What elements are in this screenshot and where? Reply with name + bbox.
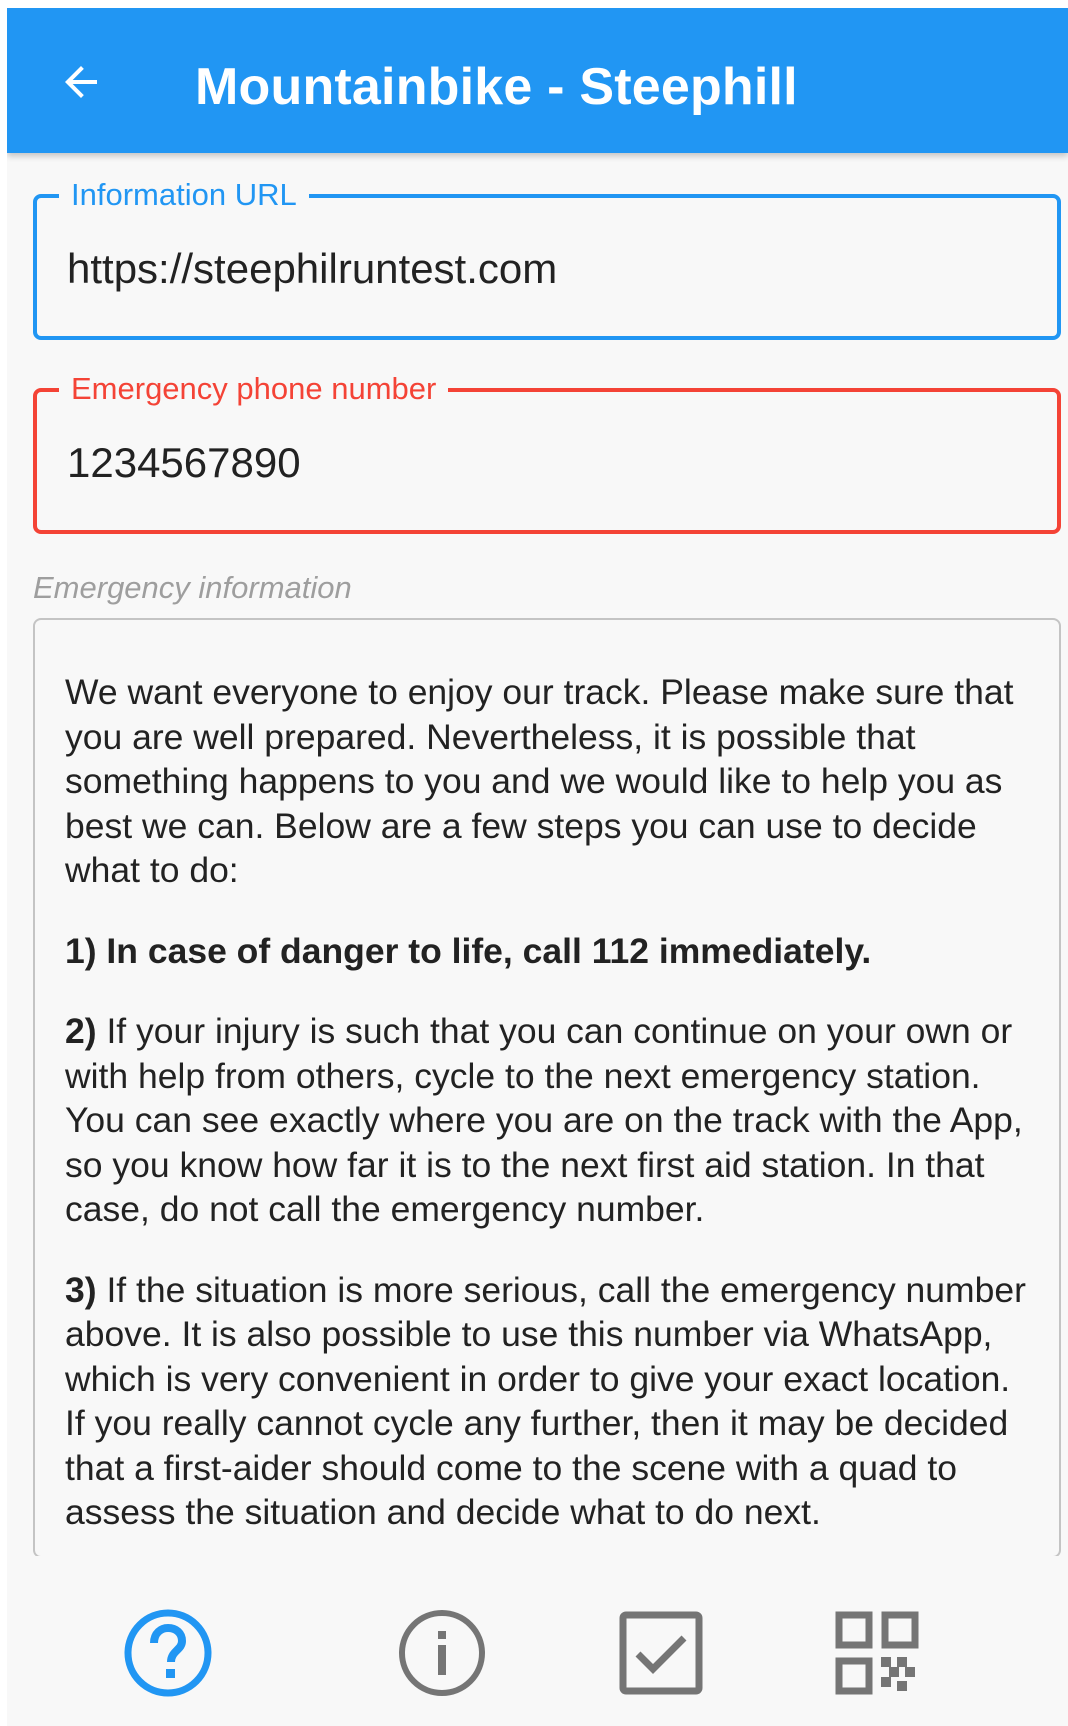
nav-item-qr[interactable] xyxy=(827,1603,927,1703)
info-circle-icon xyxy=(399,1610,485,1696)
emergency-phone-label: Emergency phone number xyxy=(59,370,449,408)
qr-code-icon xyxy=(835,1611,919,1695)
back-button[interactable] xyxy=(51,52,111,112)
emergency-info-text: We want everyone to enjoy our track. Ple… xyxy=(65,670,1035,1556)
information-url-label: Information URL xyxy=(59,176,309,214)
nav-item-help[interactable] xyxy=(118,1603,218,1703)
emergency-info-intro: We want everyone to enjoy our track. Ple… xyxy=(65,672,1014,890)
checkbox-checked-icon xyxy=(619,1611,703,1695)
help-circle-icon xyxy=(124,1609,212,1697)
nav-item-info[interactable] xyxy=(392,1603,492,1703)
step-2-number: 2) xyxy=(65,1011,97,1051)
information-url-value[interactable]: https://steephilruntest.com xyxy=(67,243,1037,295)
emergency-info-step-3: 3) If the situation is more serious, cal… xyxy=(65,1268,1035,1535)
screen: Mountainbike - Steephill Information URL… xyxy=(7,8,1068,1726)
page-title: Mountainbike - Steephill xyxy=(195,58,798,116)
arrow-left-icon xyxy=(65,66,97,98)
emergency-info-textarea[interactable]: We want everyone to enjoy our track. Ple… xyxy=(33,618,1061,1558)
information-url-field[interactable]: Information URL https://steephilruntest.… xyxy=(33,176,1061,340)
step-3-text: If the situation is more serious, call t… xyxy=(65,1269,1026,1533)
nav-item-checklist[interactable] xyxy=(611,1603,711,1703)
emergency-phone-value[interactable]: 1234567890 xyxy=(67,437,1037,489)
step-2-text: If your injury is such that you can cont… xyxy=(65,1011,1023,1229)
emergency-info-step-1: 1) In case of danger to life, call 112 i… xyxy=(65,930,872,971)
emergency-info-label: Emergency information xyxy=(33,570,352,605)
step-3-number: 3) xyxy=(65,1269,97,1310)
emergency-info-step-2: 2) If your injury is such that you can c… xyxy=(65,1009,1035,1232)
app-bar: Mountainbike - Steephill xyxy=(7,8,1068,153)
bottom-navigation xyxy=(7,1556,1068,1726)
emergency-phone-field[interactable]: Emergency phone number 1234567890 xyxy=(33,370,1061,534)
